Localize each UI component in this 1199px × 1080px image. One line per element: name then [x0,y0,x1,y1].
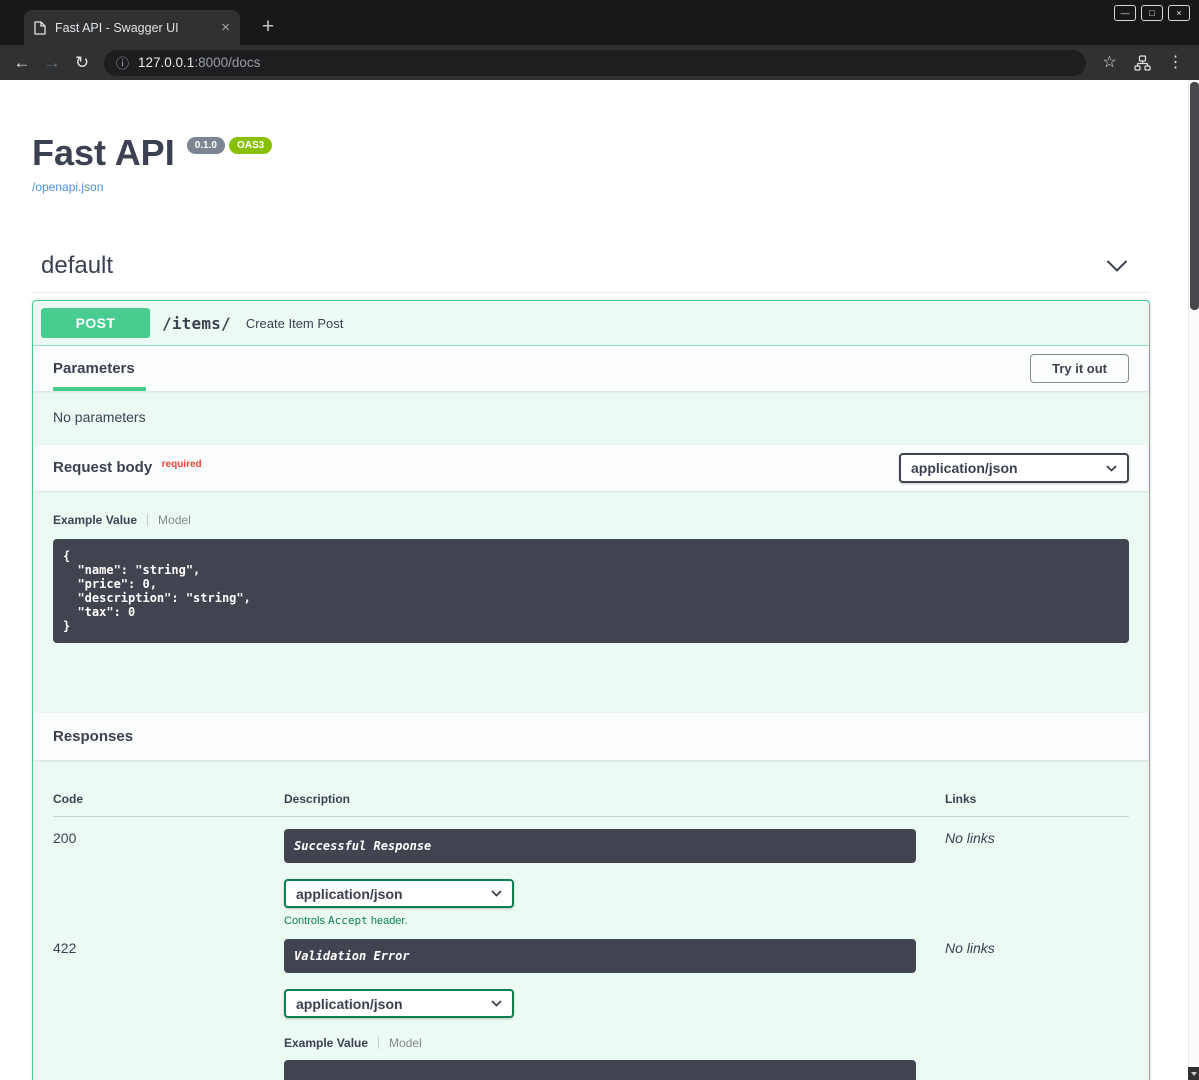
accept-header-note: Controls Accept header. [284,914,916,927]
accept-note-prefix: Controls [284,915,328,927]
operation-summary[interactable]: POST /items/ Create Item Post [33,301,1149,346]
response-description-cell: Validation Error application/json Exampl… [284,927,916,1080]
col-header-description: Description [284,792,916,817]
required-label: required [162,459,202,470]
response-description-cell: Successful Response application/json Con… [284,817,916,927]
window-maximize-button[interactable]: □ [1141,5,1163,21]
browser-toolbar: ← → ↻ ⓘ 127.0.0.1 :8000/docs ☆ ⋮ [0,45,1199,80]
parameters-header: Parameters Try it out [33,346,1149,391]
tab-title: Fast API - Swagger UI [55,21,215,35]
select-chevron-icon [1106,465,1117,472]
response-media-type-select-422[interactable]: application/json [284,989,514,1018]
response-description-200: Successful Response [284,829,916,863]
window-close-button[interactable]: × [1168,5,1190,21]
openapi-spec-link[interactable]: /openapi.json [32,180,103,194]
responses-table-head: Code Description Links [53,792,1129,817]
new-tab-button[interactable]: + [254,13,282,41]
url-path: :8000/docs [194,55,260,70]
scroll-down-arrow-icon [1191,1072,1197,1076]
select-chevron-icon [491,890,502,897]
col-header-links: Links [916,792,1129,817]
tab-parameters[interactable]: Parameters [53,360,135,377]
response-code-200: 200 [53,817,284,927]
forward-button[interactable]: → [37,49,67,77]
oas3-badge: OAS3 [229,137,272,154]
operation-path: /items/ [162,314,231,333]
example-model-tabs: Example Value Model [53,513,1129,527]
api-title: Fast API [32,135,175,171]
chevron-down-icon [1106,260,1128,273]
tab-example-value[interactable]: Example Value [284,1036,368,1050]
tab-groups-icon[interactable] [1129,49,1156,76]
operation-description: Create Item Post [246,316,344,331]
accept-note-code: Accept [328,914,368,927]
try-it-out-button[interactable]: Try it out [1030,354,1129,383]
accept-note-suffix: header. [368,915,408,927]
scrollbar-track[interactable] [1188,80,1199,1080]
response-code-422: 422 [53,927,284,1080]
window-controls: — □ × [1114,5,1190,21]
tab-model[interactable]: Model [389,1036,422,1050]
col-header-code: Code [53,792,284,817]
address-bar[interactable]: ⓘ 127.0.0.1 :8000/docs [104,50,1086,76]
scroll-down-button[interactable] [1188,1067,1199,1080]
browser-window: Fast API - Swagger UI × + — □ × ← → ↻ ⓘ … [0,0,1199,1080]
back-button[interactable]: ← [7,49,37,77]
selected-media-type: application/json [296,996,403,1012]
reload-button[interactable]: ↻ [67,49,97,77]
page-content: Fast API 0.1.0 OAS3 /openapi.json defaul… [0,80,1188,1080]
request-media-type-select[interactable]: application/json [899,453,1129,483]
request-body-header: Request body required application/json [33,445,1149,491]
responses-title: Responses [53,728,133,745]
example-model-tabs: Example Value Model [284,1036,916,1050]
request-example-json: { "name": "string", "price": 0, "descrip… [53,539,1129,643]
select-chevron-icon [491,1000,502,1007]
menu-icon[interactable]: ⋮ [1162,49,1189,76]
response-links-200: No links [916,817,1129,927]
request-body-content: Example Value Model { "name": "string", … [33,491,1149,713]
tab-model[interactable]: Model [158,513,191,527]
url-host: 127.0.0.1 [138,55,194,70]
request-body-label: Request body [53,459,152,476]
tab-divider [378,1037,379,1049]
page-info-icon[interactable]: ⓘ [116,53,129,72]
api-header: Fast API 0.1.0 OAS3 [32,135,1150,171]
opblock-post-items: POST /items/ Create Item Post Parameters… [32,300,1150,1080]
api-badges: 0.1.0 OAS3 [187,137,272,154]
responses-header: Responses [33,713,1149,760]
no-parameters-message: No parameters [33,391,1149,445]
tab-example-value[interactable]: Example Value [53,513,137,527]
response-row-422: 422 Validation Error application/json Ex… [53,927,1129,1080]
page-favicon-icon [34,21,46,35]
selected-media-type: application/json [911,460,1018,476]
tab-close-icon[interactable]: × [221,20,230,35]
response-description-422: Validation Error [284,939,916,973]
active-tab-underline [53,387,146,391]
response-row-200: 200 Successful Response application/json… [53,817,1129,927]
responses-table: Code Description Links 200 Successful Re… [33,760,1149,1080]
selected-media-type: application/json [296,886,403,902]
tab-divider [147,514,148,526]
window-minimize-button[interactable]: — [1114,5,1136,21]
method-badge: POST [41,308,150,338]
scrollbar-thumb[interactable] [1190,82,1199,310]
tag-section-default[interactable]: default [32,246,1150,293]
tag-title: default [41,252,113,280]
swagger-wrapper: Fast API 0.1.0 OAS3 /openapi.json defaul… [0,80,1188,1080]
response-media-type-select-200[interactable]: application/json [284,879,514,908]
browser-tab[interactable]: Fast API - Swagger UI × [24,10,240,45]
browser-tabstrip: Fast API - Swagger UI × + — □ × [0,0,1199,45]
response-example-json-partial [284,1060,916,1080]
version-badge: 0.1.0 [187,137,225,154]
request-body-label-group: Request body required [53,459,202,477]
bookmark-star-icon[interactable]: ☆ [1096,49,1123,76]
response-links-422: No links [916,927,1129,1080]
